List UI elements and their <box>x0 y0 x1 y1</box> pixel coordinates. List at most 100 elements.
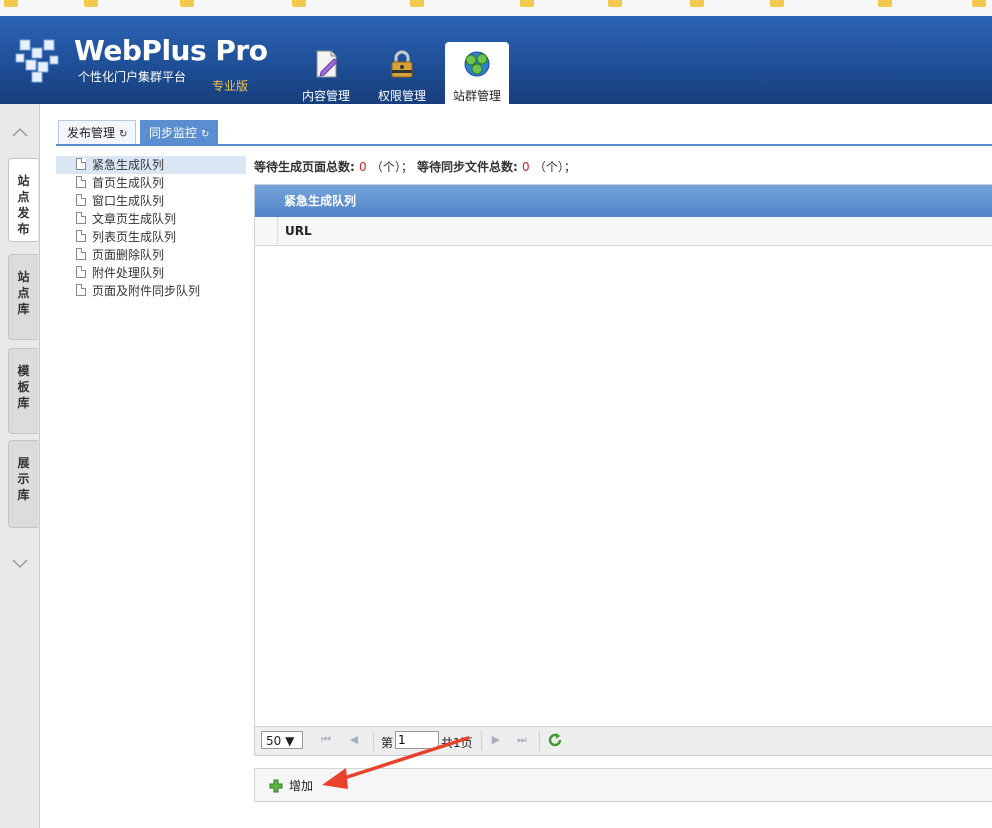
bookmarks-bar <box>0 0 992 17</box>
refresh-icon[interactable] <box>547 732 563 748</box>
side-tab-char: 发 <box>17 206 30 220</box>
nav-tab-label: 权限管理 <box>377 89 426 103</box>
nav-tab-content[interactable]: 内容管理 <box>294 42 358 104</box>
tree-item[interactable]: 附件处理队列 <box>74 264 246 282</box>
file-icon <box>76 266 86 278</box>
side-tab-template-library[interactable]: 模 板 库 <box>8 348 38 434</box>
tree-item-label: 附件处理队列 <box>92 266 165 280</box>
pending-files-count: 0 <box>522 160 530 174</box>
prev-page-icon[interactable]: ◀ <box>347 733 361 747</box>
logo-edition: 专业版 <box>212 79 249 93</box>
side-tab-char: 站 <box>17 174 30 188</box>
tree-item[interactable]: 窗口生成队列 <box>74 192 246 210</box>
side-tab-site-library[interactable]: 站 点 库 <box>8 254 38 340</box>
bookmark-folder-icon[interactable] <box>770 0 788 8</box>
tree-item-label: 列表页生成队列 <box>92 230 177 244</box>
subtab-label: 发布管理 <box>67 126 116 140</box>
tree-item[interactable]: 首页生成队列 <box>74 174 246 192</box>
subtab-bar: 发布管理 ↻ 同步监控 ↻ <box>56 118 992 146</box>
globe-cluster-icon <box>464 51 490 77</box>
first-page-icon[interactable]: ⏮ <box>319 733 333 747</box>
refresh-icon[interactable]: ↻ <box>119 129 127 140</box>
pending-files-label: 等待同步文件总数: <box>417 160 518 174</box>
grid-header: URL <box>255 217 992 246</box>
file-icon <box>76 284 86 296</box>
tree-item[interactable]: 列表页生成队列 <box>74 228 246 246</box>
page-size-select[interactable]: 50 ▼ <box>261 731 303 749</box>
bookmark-folder-icon[interactable] <box>410 0 428 8</box>
subtab-publish-management[interactable]: 发布管理 ↻ <box>58 120 137 144</box>
tree-item-label: 文章页生成队列 <box>92 212 177 226</box>
queue-stats: 等待生成页面总数: 0 （个）； 等待同步文件总数: 0 （个）； <box>254 158 576 175</box>
pending-pages-label: 等待生成页面总数: <box>254 160 355 174</box>
bookmark-folder-icon[interactable] <box>608 0 626 8</box>
side-tab-char: 展 <box>17 456 30 470</box>
side-tab-char: 板 <box>17 380 30 394</box>
side-tab-char: 模 <box>17 364 30 378</box>
tree-item[interactable]: 页面及附件同步队列 <box>74 282 246 300</box>
bookmark-folder-icon[interactable] <box>878 0 896 8</box>
content-top <box>40 104 992 118</box>
side-tab-char: 布 <box>17 222 30 236</box>
nav-tab-label: 站群管理 <box>452 89 501 103</box>
file-icon <box>76 248 86 260</box>
side-tab-display-library[interactable]: 展 示 库 <box>8 440 38 528</box>
grid-body <box>255 246 992 728</box>
nav-tab-site-cluster[interactable]: 站群管理 <box>445 42 509 104</box>
page-prefix: 第 <box>381 736 394 750</box>
queue-grid-panel: 紧急生成队列 URL 50 ▼ ⏮ ◀ 第 共1页 ▶ ⏭ <box>254 184 992 756</box>
subtab-sync-monitor[interactable]: 同步监控 ↻ <box>140 120 219 144</box>
pager-divider <box>539 731 540 751</box>
column-divider <box>277 217 278 245</box>
subtab-label: 同步监控 <box>149 126 198 140</box>
side-tab-site-publish[interactable]: 站 点 发 布 <box>8 158 38 242</box>
side-tab-char: 库 <box>17 396 30 410</box>
file-icon <box>76 176 86 188</box>
webplus-logo-icon <box>15 39 59 83</box>
file-icon <box>76 212 86 224</box>
tree-item-label: 页面删除队列 <box>92 248 165 262</box>
column-header-url[interactable]: URL <box>285 217 312 245</box>
page-number-input[interactable] <box>395 731 439 749</box>
bookmark-folder-icon[interactable] <box>520 0 538 8</box>
add-button[interactable]: 增加 <box>269 777 313 795</box>
app-header: WebPlus Pro 个性化门户集群平台 专业版 内容管理 权限管理 站群管理 <box>0 16 992 104</box>
side-panel: 站 点 发 布 站 点 库 模 板 库 展 示 库 <box>0 104 40 828</box>
plus-icon <box>269 779 283 793</box>
bookmark-folder-icon[interactable] <box>972 0 990 8</box>
bookmark-folder-icon[interactable] <box>84 0 102 8</box>
next-page-icon[interactable]: ▶ <box>489 733 503 747</box>
bookmark-folder-icon[interactable] <box>292 0 310 8</box>
logo-title: WebPlus Pro <box>74 34 268 67</box>
refresh-icon[interactable]: ↻ <box>201 129 209 140</box>
tree-item-label: 紧急生成队列 <box>92 158 165 172</box>
tree-item[interactable]: 紧急生成队列 <box>56 156 246 174</box>
side-tab-char: 库 <box>17 302 30 316</box>
padlock-icon <box>391 50 413 78</box>
chevron-down-icon[interactable] <box>11 554 29 572</box>
panel-title: 紧急生成队列 <box>255 185 992 217</box>
tree-item-label: 窗口生成队列 <box>92 194 165 208</box>
action-toolbar: 增加 <box>254 768 992 802</box>
tree-item[interactable]: 文章页生成队列 <box>74 210 246 228</box>
bookmark-folder-icon[interactable] <box>4 0 22 8</box>
pending-pages-count: 0 <box>359 160 367 174</box>
chevron-up-icon[interactable] <box>11 124 29 142</box>
side-tab-char: 站 <box>17 270 30 284</box>
file-icon <box>76 194 86 206</box>
pager-divider <box>481 731 482 751</box>
logo-subtitle: 个性化门户集群平台 <box>78 70 187 84</box>
pending-pages-unit: （个）； <box>370 160 413 174</box>
tree-item[interactable]: 页面删除队列 <box>74 246 246 264</box>
bookmark-folder-icon[interactable] <box>690 0 708 8</box>
tree-item-label: 首页生成队列 <box>92 176 165 190</box>
nav-tab-permissions[interactable]: 权限管理 <box>370 42 434 104</box>
bookmark-folder-icon[interactable] <box>180 0 198 8</box>
last-page-icon[interactable]: ⏭ <box>515 733 529 747</box>
nav-tab-label: 内容管理 <box>301 89 350 103</box>
file-icon <box>76 230 86 242</box>
side-tab-char: 示 <box>17 472 30 486</box>
side-tab-char: 库 <box>17 488 30 502</box>
pager-divider <box>373 731 374 751</box>
tree-item-label: 页面及附件同步队列 <box>92 284 201 298</box>
